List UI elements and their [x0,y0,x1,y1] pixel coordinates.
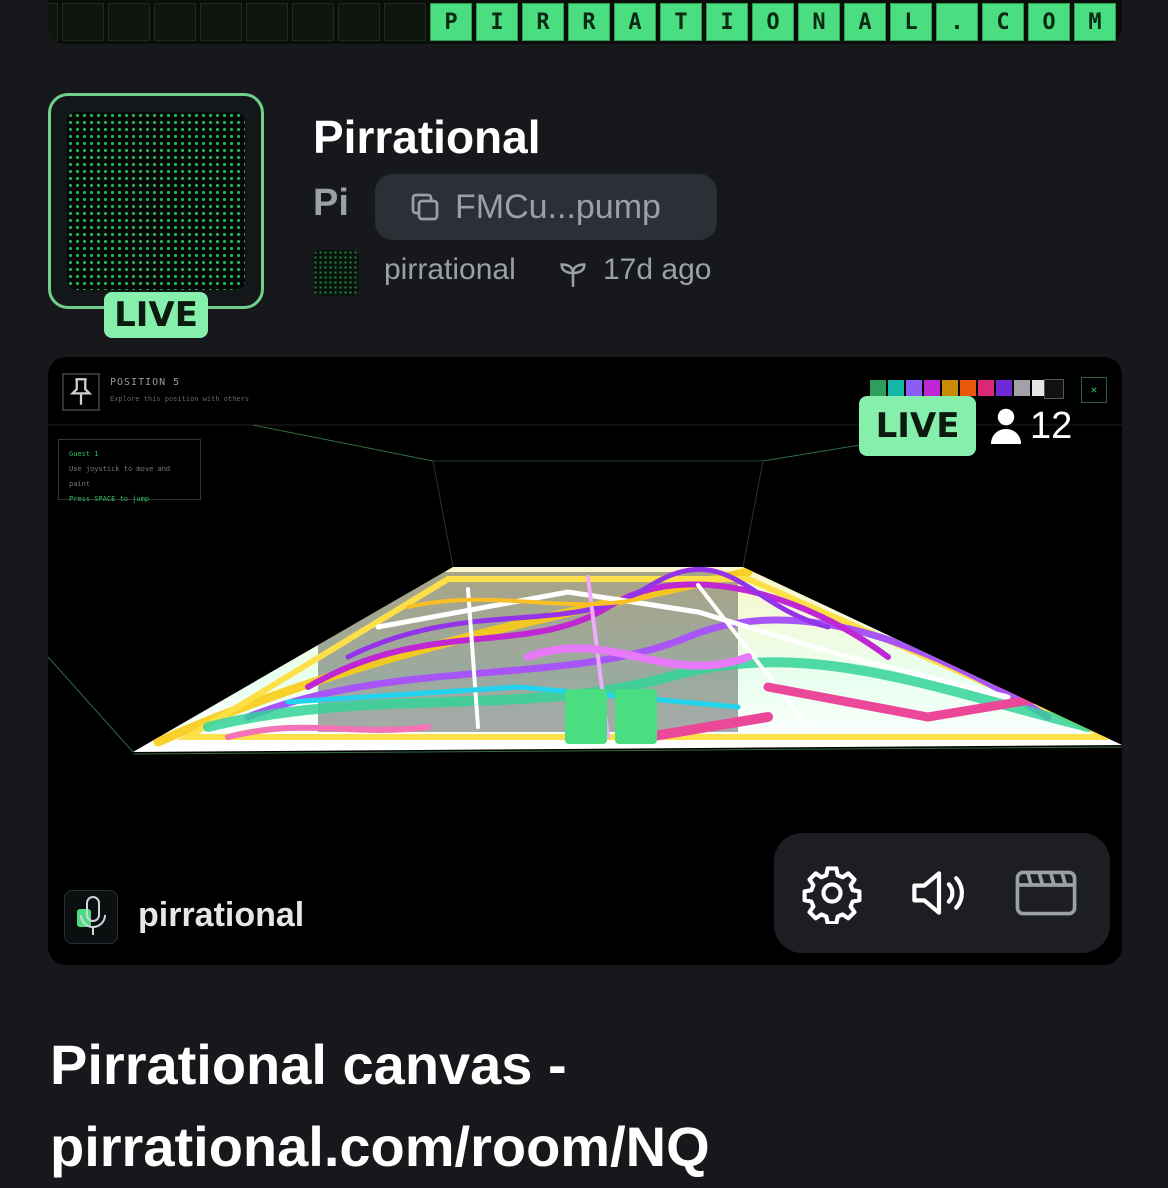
banner-letter: O [752,3,794,41]
pin-icon[interactable] [62,373,100,411]
position-title: POSITION 5 [110,377,181,388]
banner-tile [200,3,242,41]
banner-letter: I [706,3,748,41]
palette-swatch[interactable] [960,380,976,396]
user-icon [991,408,1021,444]
guest-title: Guest 1 [69,450,99,458]
viewer-counter: 12 [988,401,1072,451]
banner-tile [246,3,288,41]
room-title-line-1: Pirrational canvas - [50,1033,567,1096]
banner-tile [108,3,150,41]
stream-live-badge: LIVE [859,396,976,456]
banner-tile [154,3,196,41]
pirrational-banner: PIRRATIONAL.COM [48,0,1122,44]
banner-tile [292,3,334,41]
banner-letter: O [1028,3,1070,41]
token-name: Pirrational [313,111,541,163]
gear-icon[interactable] [800,861,864,925]
creator-avatar[interactable] [313,250,359,296]
banner-tile [62,3,104,41]
palette-swatch[interactable] [906,380,922,396]
palette-swatch[interactable] [870,380,886,396]
guest-hint-move: Use joystick to move and paint [69,465,171,488]
copy-icon [411,193,439,221]
banner-letter: M [1074,3,1116,41]
palette-swatch[interactable] [978,380,994,396]
position-subtitle: Explore this position with others [110,395,250,403]
created-age: 17d ago [603,253,712,286]
banner-letter: L [890,3,932,41]
palette-swatch[interactable] [888,380,904,396]
livestream-player[interactable]: POSITION 5 Explore this position with ot… [48,357,1122,965]
banner-tile [48,3,58,41]
viewer-count: 12 [1030,404,1073,447]
guest-hint-jump: Press SPACE to jump [69,495,150,503]
banner-letter: N [798,3,840,41]
palette-swatch[interactable] [996,380,1012,396]
palette-swatch[interactable] [942,380,958,396]
microphone-icon[interactable] [64,890,118,944]
banner-letter: A [844,3,886,41]
sprout-icon [560,263,586,288]
banner-letter: P [430,3,472,41]
palette-swatch[interactable] [924,380,940,396]
room-title: Pirrational canvas - pirrational.com/roo… [50,1024,1120,1188]
banner-tile [338,3,380,41]
copy-address-button[interactable]: FMCu...pump [375,174,717,240]
banner-letter: R [568,3,610,41]
token-live-badge: LIVE [104,292,208,338]
volume-icon[interactable] [907,861,971,925]
room-title-line-2[interactable]: pirrational.com/room/NQ [50,1106,1120,1188]
color-palette[interactable] [870,380,1048,396]
banner-letter: T [660,3,702,41]
guest-info-panel: Guest 1 Use joystick to move and paint P… [58,439,201,503]
address-text: FMCu...pump [455,187,661,226]
palette-swatch[interactable] [1014,380,1030,396]
streamer-name: pirrational [138,896,305,934]
creator-name[interactable]: pirrational [384,253,516,287]
token-avatar[interactable] [48,93,264,309]
theater-icon[interactable] [1014,861,1078,925]
banner-letter: R [522,3,564,41]
token-symbol: Pi [313,182,349,224]
tool-icon[interactable] [1044,379,1064,399]
banner-letter: A [614,3,656,41]
banner-tile [384,3,426,41]
close-icon[interactable]: × [1081,377,1107,403]
banner-letter: . [936,3,978,41]
banner-letter: C [982,3,1024,41]
banner-letter: I [476,3,518,41]
token-avatar-image [67,112,245,290]
player-controls [774,833,1110,953]
